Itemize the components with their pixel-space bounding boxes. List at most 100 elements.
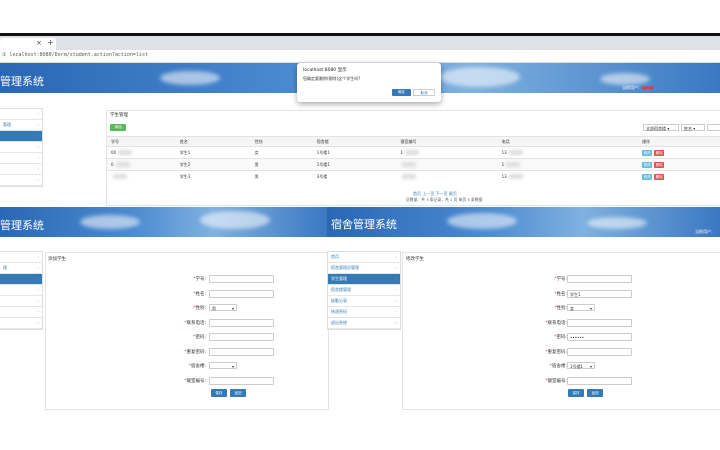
redacted-value xyxy=(118,150,133,156)
field-input[interactable] xyxy=(209,275,274,283)
field-input[interactable] xyxy=(567,318,632,327)
field-input[interactable] xyxy=(567,347,632,356)
cell-actions: 修改 删除 xyxy=(638,158,720,171)
sidebar-item[interactable]: › xyxy=(0,131,42,142)
panel-title: 学生管理 xyxy=(110,113,128,118)
cell-name: 学生2 xyxy=(175,158,251,171)
add-button[interactable]: 添加 xyxy=(110,124,126,131)
sidebar-item[interactable]: 管理 › xyxy=(0,120,42,131)
cell-text: 学生3 xyxy=(179,173,191,179)
sidebar-item[interactable]: 退出系统 › xyxy=(328,318,400,329)
save-button[interactable]: 保存 xyxy=(568,389,584,397)
chevron-right-icon: › xyxy=(395,276,397,281)
edit-button[interactable]: 修改 xyxy=(642,149,653,156)
field-select[interactable]: 1号楼1 ▾ xyxy=(567,362,595,369)
sidebar-item[interactable]: 宿舍管理员管理 › xyxy=(328,263,400,274)
close-tab-icon[interactable]: × xyxy=(36,39,42,47)
cell-id: 0 xyxy=(107,158,176,171)
redacted-value xyxy=(402,162,417,168)
field-label: *学号: xyxy=(554,277,567,282)
field-select[interactable]: 女 ▾ xyxy=(567,304,595,311)
field-input[interactable] xyxy=(209,289,274,298)
pagination-info: 总数量：共 3 条记录，共 1 页 每页 5 条数据 xyxy=(406,197,483,202)
chevron-right-icon: › xyxy=(37,177,39,182)
dialog-ok-button[interactable]: 确定 xyxy=(392,89,411,96)
address-url[interactable]: ① localhost:8080/Dorm/student.action?act… xyxy=(2,52,148,58)
back-button[interactable]: 返回 xyxy=(587,389,603,397)
field-select[interactable]: ▾ xyxy=(209,362,237,369)
save-button[interactable]: 保存 xyxy=(211,389,227,397)
sidebar-item[interactable]: 学生管理 › xyxy=(328,274,400,285)
cell-id xyxy=(107,170,176,182)
delete-button[interactable]: 删除 xyxy=(654,161,665,168)
sidebar-item[interactable]: 宿舍楼管理 › xyxy=(328,285,400,296)
column-header: 宿舍楼 xyxy=(312,136,397,147)
sidebar-item[interactable]: › xyxy=(0,252,42,263)
table-row: 0 学生2 男 1号楼1 1 修改 删除 xyxy=(107,158,720,171)
back-button[interactable]: 返回 xyxy=(230,389,246,397)
field-input[interactable]: •••••• xyxy=(567,333,632,341)
cell-sex: 男 xyxy=(250,158,313,171)
student-table: 学号 姓名 性别 宿舍楼 寝室编号 电话 操作 00 学生1 女 1号楼1 1 13 修改 删除 0 学生2 男… xyxy=(107,136,720,182)
sidebar-item-label: 管理 xyxy=(3,122,11,127)
sidebar: › 管理 › › › › › › xyxy=(0,108,43,187)
table-row: 00 学生1 女 1号楼1 1 13 修改 删除 xyxy=(107,146,720,159)
cell-room: 1 xyxy=(396,146,498,159)
sidebar-item[interactable]: 修改密码 › xyxy=(328,307,400,318)
cell-room xyxy=(396,158,498,171)
field-label: *联系电话: xyxy=(545,320,567,326)
sidebar-item[interactable]: › xyxy=(0,109,42,120)
field-label: *宿舍楼: xyxy=(188,364,206,369)
sidebar-item[interactable]: › xyxy=(0,274,42,285)
sidebar-item[interactable]: › xyxy=(0,175,42,186)
sidebar-item[interactable]: 首页 › xyxy=(328,252,400,263)
building-filter-select[interactable]: 全部宿舍楼 ▾ xyxy=(643,124,679,131)
dialog-cancel-button[interactable]: 取消 xyxy=(413,89,435,96)
edit-button[interactable]: 修改 xyxy=(642,173,653,180)
delete-button[interactable]: 删除 xyxy=(654,149,665,156)
chevron-down-icon: ▾ xyxy=(589,364,592,369)
field-input[interactable] xyxy=(567,275,632,283)
chevron-right-icon: › xyxy=(395,309,397,314)
search-input[interactable] xyxy=(707,124,720,131)
column-header: 电话 xyxy=(497,136,639,147)
chevron-right-icon: › xyxy=(395,265,397,270)
cell-text: 男 xyxy=(254,173,259,179)
new-tab-icon[interactable]: + xyxy=(47,38,54,47)
delete-button[interactable]: 删除 xyxy=(654,173,665,180)
field-select[interactable]: 男 ▾ xyxy=(209,304,237,311)
field-label: *密码: xyxy=(193,335,206,340)
sidebar-item[interactable]: › xyxy=(0,164,42,175)
field-input[interactable] xyxy=(209,376,274,385)
sidebar-item[interactable]: › xyxy=(0,153,42,164)
sidebar-item[interactable]: › xyxy=(0,142,42,153)
edit-button[interactable]: 修改 xyxy=(642,161,653,168)
field-label: *寝室编号: xyxy=(184,378,206,384)
field-filter-select[interactable]: 姓名 ▾ xyxy=(681,124,705,131)
field-input[interactable] xyxy=(209,333,274,341)
redacted-value xyxy=(506,162,521,168)
sidebar-item[interactable]: › xyxy=(0,307,42,318)
app-title-left: 管理系统 xyxy=(0,219,44,232)
sidebar-item-label: 修改密码 xyxy=(331,309,347,314)
chevron-right-icon: › xyxy=(37,122,39,127)
chevron-right-icon: › xyxy=(395,298,397,303)
cell-room xyxy=(396,170,498,182)
app-header-left xyxy=(0,207,327,237)
chevron-down-icon: ▾ xyxy=(231,364,234,369)
sidebar-item[interactable]: 理 › xyxy=(0,263,42,274)
chevron-right-icon: › xyxy=(37,309,39,314)
field-input[interactable] xyxy=(567,376,632,385)
field-input[interactable] xyxy=(209,347,274,356)
field-label: *寝室编号: xyxy=(545,378,567,384)
dialog-title: localhost:8080 显示 xyxy=(303,68,347,73)
sidebar-item[interactable]: 缺勤记录 › xyxy=(328,296,400,307)
sidebar-item[interactable]: › xyxy=(0,296,42,307)
chevron-down-icon: ▾ xyxy=(589,306,592,311)
field-value: 学生1 xyxy=(570,291,581,297)
sidebar-item[interactable]: › xyxy=(0,285,42,296)
redacted-value xyxy=(113,174,127,180)
field-input[interactable] xyxy=(209,318,274,327)
field-input[interactable]: 学生1 xyxy=(567,289,632,298)
sidebar-item[interactable]: › xyxy=(0,318,42,329)
